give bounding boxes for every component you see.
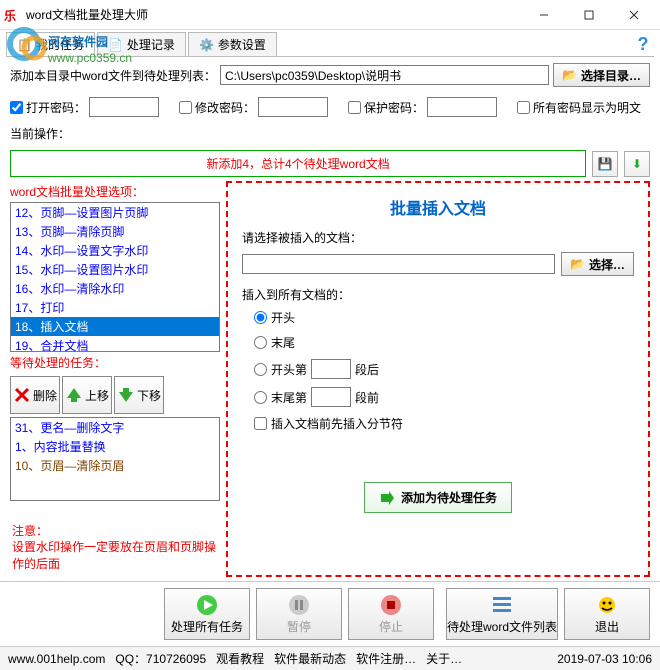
insert-doc-panel: 批量插入文档 请选择被插入的文档： 📂 选择… 插入到所有文档的： 开头 末尾 … (226, 181, 650, 577)
folder-icon: 📂 (562, 68, 577, 82)
stop-icon (380, 594, 402, 616)
gear-icon: ⚙️ (199, 38, 214, 52)
list-item[interactable]: 31、更名—删除文字 (11, 418, 219, 437)
list-icon (491, 594, 513, 616)
add-task-button[interactable]: 添加为待处理任务 (364, 482, 512, 513)
show-plain-checkbox[interactable] (517, 101, 530, 114)
maximize-button[interactable] (566, 1, 611, 29)
modify-pw-field[interactable] (258, 97, 328, 117)
pending-list-button[interactable]: 待处理word文件列表 (446, 588, 558, 640)
insert-to-label: 插入到所有文档的： (242, 286, 634, 303)
status-site[interactable]: www.001help.com (8, 652, 105, 666)
folder-icon: 📂 (570, 257, 585, 271)
open-pw-label: 打开密码： (26, 99, 86, 116)
app-icon: 乐 (4, 7, 20, 23)
head-num-field[interactable] (311, 359, 351, 379)
modify-pw-checkbox[interactable] (179, 101, 192, 114)
radio-tail-num[interactable] (254, 391, 267, 404)
titlebar: 乐 word文档批量处理大师 (0, 0, 660, 30)
save-button[interactable]: 💾 (592, 151, 618, 177)
close-button[interactable] (611, 1, 656, 29)
show-plain-label: 所有密码显示为明文 (533, 99, 641, 116)
download-icon: ⬇ (632, 157, 642, 171)
pause-button[interactable]: 暂停 (256, 588, 342, 640)
tasks-icon: 📋 (17, 38, 32, 52)
arrow-right-icon (379, 490, 395, 506)
tabs-row: 📋 我的任务 📄 处理记录 ⚙️ 参数设置 ? (0, 30, 660, 56)
list-item[interactable]: 10、页眉—清除页眉 (11, 456, 219, 475)
password-row: 打开密码： 修改密码： 保护密码： 所有密码显示为明文 (0, 93, 660, 121)
pause-icon (288, 594, 310, 616)
delete-button[interactable]: 删除 (10, 376, 60, 414)
process-all-button[interactable]: 处理所有任务 (164, 588, 250, 640)
exit-button[interactable]: 退出 (564, 588, 650, 640)
status-news[interactable]: 软件最新动态 (274, 650, 346, 667)
minimize-button[interactable] (521, 1, 566, 29)
protect-pw-field[interactable] (427, 97, 497, 117)
status-tutorial[interactable]: 观看教程 (216, 650, 264, 667)
exit-icon (596, 594, 618, 616)
tab-history[interactable]: 📄 处理记录 (97, 32, 186, 56)
path-input[interactable] (220, 65, 549, 85)
download-button[interactable]: ⬇ (624, 151, 650, 177)
list-item[interactable]: 17、打印 (11, 298, 219, 317)
choose-doc-label: 请选择被插入的文档： (242, 229, 634, 246)
path-label: 添加本目录中word文件到待处理列表： (10, 67, 216, 84)
protect-pw-label: 保护密码： (364, 99, 424, 116)
save-icon: 💾 (598, 157, 613, 171)
list-item[interactable]: 16、水印—清除水印 (11, 279, 219, 298)
list-item[interactable]: 14、水印—设置文字水印 (11, 241, 219, 260)
open-pw-checkbox[interactable] (10, 101, 23, 114)
options-listbox[interactable]: 12、页脚—设置图片页脚13、页脚—清除页脚14、水印—设置文字水印15、水印—… (10, 202, 220, 352)
modify-pw-label: 修改密码： (195, 99, 255, 116)
current-op-label: 当前操作： (0, 121, 660, 146)
bottom-toolbar: 处理所有任务 暂停 停止 待处理word文件列表 退出 (0, 581, 660, 646)
section-break-checkbox[interactable] (254, 417, 267, 430)
status-about[interactable]: 关于… (426, 650, 462, 667)
tail-num-field[interactable] (311, 387, 351, 407)
choose-doc-button[interactable]: 📂 选择… (561, 252, 634, 276)
options-label: word文档批量处理选项： (10, 181, 220, 202)
status-datetime: 2019-07-03 10:06 (557, 652, 652, 666)
radio-head[interactable] (254, 311, 267, 324)
list-item[interactable]: 13、页脚—清除页脚 (11, 222, 219, 241)
panel-title: 批量插入文档 (242, 191, 634, 229)
pending-label: 等待处理的任务： (10, 352, 220, 373)
tab-settings[interactable]: ⚙️ 参数设置 (188, 32, 277, 56)
radio-head-num[interactable] (254, 363, 267, 376)
arrow-down-icon (117, 386, 135, 404)
delete-x-icon (13, 386, 31, 404)
path-row: 添加本目录中word文件到待处理列表： 📂 选择目录… (0, 57, 660, 93)
pending-listbox[interactable]: 31、更名—删除文字1、内容批量替换10、页眉—清除页眉 (10, 417, 220, 501)
radio-tail[interactable] (254, 336, 267, 349)
move-up-button[interactable]: 上移 (62, 376, 112, 414)
tab-my-tasks[interactable]: 📋 我的任务 (6, 32, 95, 56)
list-item[interactable]: 18、插入文档 (11, 317, 219, 336)
window-title: word文档批量处理大师 (26, 6, 521, 23)
note-text: 注意： 设置水印操作一定要放在页眉和页脚操作的后面 (10, 519, 220, 577)
status-register[interactable]: 软件注册… (356, 650, 416, 667)
added-summary: 新添加4，总计4个待处理word文档 (10, 150, 586, 177)
list-item[interactable]: 15、水印—设置图片水印 (11, 260, 219, 279)
arrow-up-icon (65, 386, 83, 404)
choose-dir-button[interactable]: 📂 选择目录… (553, 63, 650, 87)
status-qq: QQ：710726095 (115, 650, 206, 667)
statusbar: www.001help.com QQ：710726095 观看教程 软件最新动态… (0, 646, 660, 670)
history-icon: 📄 (108, 38, 123, 52)
stop-button[interactable]: 停止 (348, 588, 434, 640)
list-item[interactable]: 1、内容批量替换 (11, 437, 219, 456)
open-pw-field[interactable] (89, 97, 159, 117)
help-icon[interactable]: ? (632, 33, 654, 55)
play-icon (196, 594, 218, 616)
list-item[interactable]: 12、页脚—设置图片页脚 (11, 203, 219, 222)
doc-path-input[interactable] (242, 254, 555, 274)
move-down-button[interactable]: 下移 (114, 376, 164, 414)
list-item[interactable]: 19、合并文档 (11, 336, 219, 352)
protect-pw-checkbox[interactable] (348, 101, 361, 114)
